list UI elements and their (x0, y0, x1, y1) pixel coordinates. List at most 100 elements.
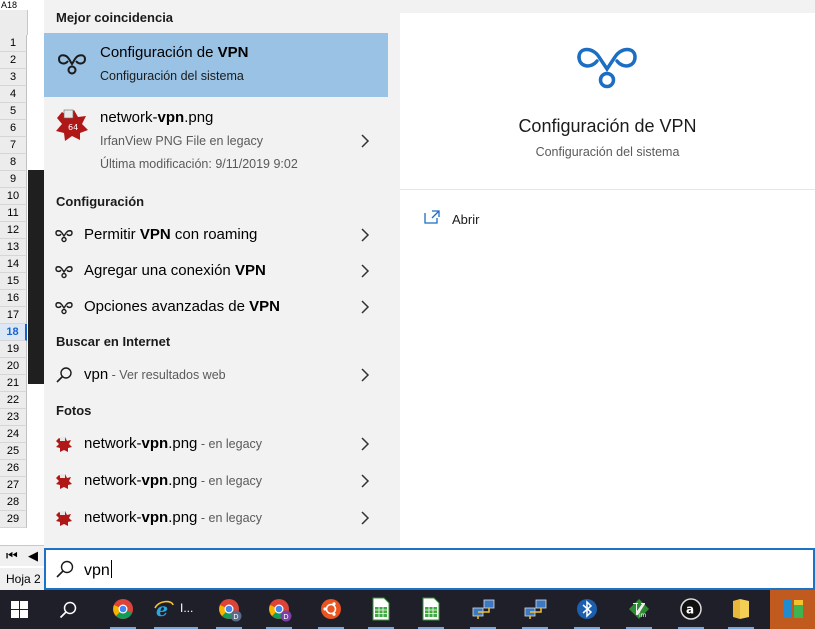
taskbar-search-button[interactable] (48, 590, 88, 629)
irfanview-icon (56, 437, 72, 452)
file-result-modified: Última modificación: 9/11/2019 9:02 (100, 157, 298, 171)
photo-label: network-vpn.png - en legacy (84, 509, 263, 526)
taskbar-file-explorer[interactable] (722, 590, 760, 629)
preview-divider (400, 189, 815, 190)
svg-text:im: im (639, 612, 647, 619)
chevron-right-icon[interactable] (360, 134, 370, 148)
open-label: Abrir (452, 212, 480, 227)
row-header[interactable]: 25 (0, 443, 27, 460)
row-header[interactable]: 8 (0, 154, 27, 171)
search-icon (56, 367, 72, 383)
row-header[interactable]: 11 (0, 205, 27, 222)
taskbar-ubuntu[interactable] (312, 590, 350, 629)
row-header[interactable]: 29 (0, 511, 27, 528)
web-search-label: vpn - Ver resultados web (84, 366, 226, 383)
taskbar-chrome-profile[interactable]: D (210, 590, 248, 629)
taskbar-network-app-2[interactable] (516, 590, 554, 629)
settings-header: Configuración (56, 194, 145, 209)
taskbar-bluetooth[interactable] (568, 590, 606, 629)
taskbar-vim[interactable]: im (620, 590, 658, 629)
row-header[interactable]: 4 (0, 86, 27, 103)
row-header[interactable]: 6 (0, 120, 27, 137)
file-result-network-vpn[interactable]: 64 network-vpn.png IrfanView PNG File en… (44, 100, 388, 182)
row-header[interactable]: 15 (0, 273, 27, 290)
row-header[interactable]: 19 (0, 341, 27, 358)
row-header[interactable]: 23 (0, 409, 27, 426)
row-header[interactable]: 18 (0, 324, 27, 341)
network-computers-icon (524, 599, 547, 619)
dark-cell-region (28, 170, 44, 384)
row-header[interactable]: 7 (0, 137, 27, 154)
photo-result[interactable]: network-vpn.png - en legacy (44, 426, 388, 462)
vpn-settings-icon (58, 54, 87, 75)
chevron-right-icon[interactable] (360, 511, 370, 525)
photo-label: network-vpn.png - en legacy (84, 472, 263, 489)
taskbar-internet-explorer[interactable]: e I... (148, 590, 204, 629)
best-match-title: Configuración de VPN (100, 44, 249, 61)
best-match-vpn-settings[interactable]: Configuración de VPN Configuración del s… (44, 33, 388, 97)
row-header[interactable]: 3 (0, 69, 27, 86)
row-header[interactable]: 13 (0, 239, 27, 256)
first-sheet-icon[interactable]: ⏮ (6, 548, 18, 564)
row-header[interactable]: 26 (0, 460, 27, 477)
setting-add-vpn-connection[interactable]: Agregar una conexión VPN (44, 253, 388, 289)
taskbar-store[interactable] (770, 590, 815, 629)
photo-result[interactable]: network-vpn.png - en legacy (44, 463, 388, 499)
row-header[interactable]: 20 (0, 358, 27, 375)
row-header[interactable]: 2 (0, 52, 27, 69)
chevron-right-icon[interactable] (360, 300, 370, 314)
text-caret (110, 560, 112, 578)
row-header[interactable]: 22 (0, 392, 27, 409)
row-header[interactable]: 27 (0, 477, 27, 494)
chevron-right-icon[interactable] (360, 437, 370, 451)
taskbar-libreoffice-calc[interactable] (362, 590, 400, 629)
search-box[interactable]: vpn (44, 548, 815, 590)
row-header[interactable]: 17 (0, 307, 27, 324)
row-header[interactable]: 14 (0, 256, 27, 273)
taskbar-chrome-profile-2[interactable]: D (260, 590, 298, 629)
row-header[interactable]: 1 (0, 35, 27, 52)
sheet-corner[interactable] (0, 10, 28, 35)
row-header[interactable]: 5 (0, 103, 27, 120)
chevron-right-icon[interactable] (360, 228, 370, 242)
taskbar-chrome[interactable] (104, 590, 142, 629)
spreadsheet-icon (422, 597, 440, 621)
preview-pane: Configuración de VPN Configuración del s… (400, 13, 815, 548)
best-match-header: Mejor coincidencia (56, 10, 174, 25)
chevron-right-icon[interactable] (360, 368, 370, 382)
search-icon (56, 560, 74, 578)
row-header[interactable]: 9 (0, 171, 27, 188)
start-button[interactable] (0, 590, 38, 629)
vpn-settings-large-icon (577, 47, 637, 89)
row-header[interactable]: 10 (0, 188, 27, 205)
row-header[interactable]: 12 (0, 222, 27, 239)
ubuntu-icon (321, 599, 341, 619)
setting-allow-vpn-roaming[interactable]: Permitir VPN con roaming (44, 217, 388, 253)
vpn-icon (55, 302, 73, 315)
prev-sheet-icon[interactable]: ◀ (28, 548, 38, 564)
sheet-navigation: ⏮ ◀ (0, 545, 44, 566)
chevron-right-icon[interactable] (360, 474, 370, 488)
web-search-result[interactable]: vpn - Ver resultados web (44, 357, 388, 393)
row-header[interactable]: 24 (0, 426, 27, 443)
photos-header: Fotos (56, 403, 92, 418)
taskbar-app-a[interactable]: a (672, 590, 710, 629)
results-list: Mejor coincidencia Configuración de VPN … (44, 0, 388, 548)
row-header[interactable]: 21 (0, 375, 27, 392)
photo-result[interactable]: network-vpn.png - en legacy (44, 500, 388, 536)
chevron-right-icon[interactable] (360, 264, 370, 278)
sheet-tab[interactable]: Hoja 2 (0, 568, 44, 590)
search-input[interactable]: vpn (84, 560, 112, 580)
open-icon (424, 210, 440, 224)
svg-text:D: D (233, 613, 238, 621)
taskbar-network-app[interactable] (464, 590, 502, 629)
row-header[interactable]: 16 (0, 290, 27, 307)
svg-text:D: D (283, 613, 288, 621)
setting-advanced-vpn-options[interactable]: Opciones avanzadas de VPN (44, 289, 388, 325)
taskbar-libreoffice-calc-2[interactable] (412, 590, 450, 629)
chrome-profile-icon: D (269, 599, 292, 622)
photo-label: network-vpn.png - en legacy (84, 435, 263, 452)
bluetooth-icon (577, 599, 597, 619)
file-result-name: network-vpn.png (100, 109, 214, 126)
row-header[interactable]: 28 (0, 494, 27, 511)
